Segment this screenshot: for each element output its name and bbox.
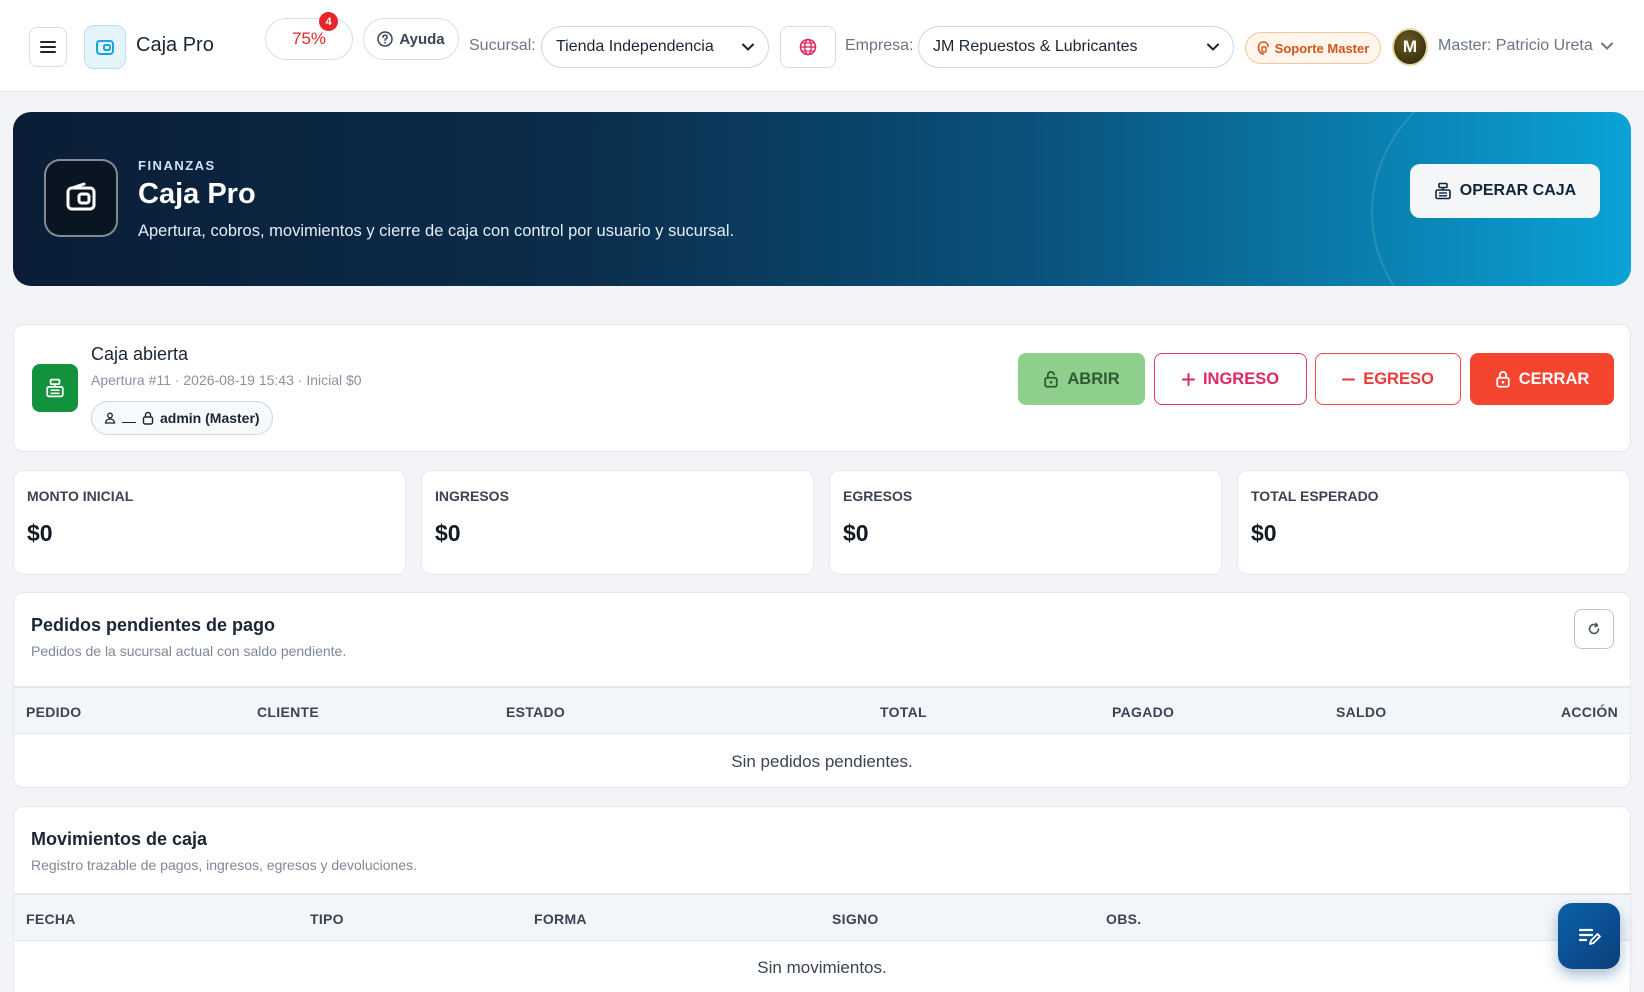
help-button[interactable]: Ayuda (363, 18, 459, 60)
stat-income: INGRESOS $0 (421, 470, 814, 575)
operate-cash-button[interactable]: OPERAR CAJA (1410, 164, 1600, 218)
minus-icon (1342, 378, 1356, 380)
avatar[interactable]: M (1392, 28, 1428, 66)
stat-value: $0 (435, 520, 461, 546)
user-menu[interactable]: Master: Patricio Ureta (1438, 37, 1613, 55)
support-icon (1257, 41, 1269, 55)
stat-expenses: EGRESOS $0 (829, 470, 1222, 575)
stat-expected-total: TOTAL ESPERADO $0 (1237, 470, 1630, 575)
language-button[interactable] (780, 26, 836, 68)
progress-pill[interactable]: 75% 4 (265, 12, 353, 60)
cash-status-title: Caja abierta (91, 344, 189, 364)
cash-user-name: admin (Master) (160, 410, 260, 426)
app-logo[interactable] (84, 25, 126, 69)
page-subtitle: Apertura, cobros, movimientos y cierre d… (138, 222, 735, 240)
wallet-icon (66, 182, 96, 211)
cash-movements-subtitle: Registro trazable de pagos, ingresos, eg… (31, 857, 417, 873)
notes-fab-button[interactable] (1558, 903, 1620, 969)
expense-label: EGRESO (1363, 369, 1434, 388)
cash-movements-header: FECHA TIPO FORMA SIGNO OBS. (14, 893, 1630, 941)
chevron-down-icon (1207, 43, 1219, 51)
support-label: Soporte Master (1274, 40, 1370, 56)
income-button[interactable]: INGRESO (1154, 353, 1307, 405)
lock-icon (1044, 371, 1059, 388)
notification-badge: 4 (319, 12, 338, 31)
close-cash-label: CERRAR (1518, 369, 1590, 388)
pending-orders-empty: Sin pedidos pendientes. (731, 752, 913, 771)
refresh-icon (1588, 622, 1600, 635)
operate-cash-label: OPERAR CAJA (1459, 182, 1577, 199)
menu-button[interactable] (29, 27, 67, 67)
cash-movements-title: Movimientos de caja (31, 829, 208, 849)
chevron-down-icon (1600, 42, 1613, 50)
pending-orders-panel: Pedidos pendientes de pago Pedidos de la… (13, 592, 1631, 788)
stat-value: $0 (843, 520, 869, 546)
income-label: INGRESO (1202, 369, 1280, 388)
stat-label: MONTO INICIAL (27, 488, 134, 504)
page-title: Caja Pro (138, 178, 256, 210)
progress-value: 75% (291, 29, 327, 48)
column-header[interactable]: OBS. (1106, 911, 1141, 927)
cash-status-icon-box (32, 364, 78, 412)
user-name: Master: Patricio Ureta (1438, 37, 1593, 54)
column-header[interactable]: FECHA (26, 911, 76, 927)
top-bar: Caja Pro 75% 4 Ayuda Sucursal: Tienda In… (0, 0, 1644, 92)
expense-button[interactable]: EGRESO (1315, 353, 1461, 405)
stat-label: INGRESOS (435, 488, 509, 504)
user-separator (122, 413, 136, 423)
refresh-button[interactable] (1574, 609, 1614, 649)
column-header[interactable]: ESTADO (506, 704, 565, 720)
pending-orders-subtitle: Pedidos de la sucursal actual con saldo … (31, 643, 347, 659)
wallet-icon (96, 40, 114, 55)
cash-movements-panel: Movimientos de caja Registro trazable de… (13, 806, 1631, 992)
menu-icon (40, 41, 56, 53)
globe-icon (799, 38, 817, 56)
cash-movements-empty: Sin movimientos. (757, 958, 887, 977)
support-master-badge[interactable]: Soporte Master (1245, 32, 1381, 64)
column-header[interactable]: SALDO (1336, 704, 1387, 720)
stat-label: TOTAL ESPERADO (1251, 488, 1379, 504)
plus-icon (1181, 372, 1195, 386)
cash-user-badge: admin (Master) (91, 401, 273, 435)
pending-orders-title: Pedidos pendientes de pago (31, 615, 276, 635)
hero-banner: FINANZAS Caja Pro Apertura, cobros, movi… (13, 112, 1631, 286)
column-header[interactable]: PEDIDO (26, 704, 81, 720)
lock-icon (142, 411, 154, 425)
hero-icon-box (44, 159, 118, 237)
stat-value: $0 (27, 520, 53, 546)
open-cash-button[interactable]: ABRIR (1018, 353, 1145, 405)
help-icon (377, 31, 394, 47)
stat-label: EGRESOS (843, 488, 913, 504)
close-cash-button[interactable]: CERRAR (1470, 353, 1614, 405)
column-header[interactable]: CLIENTE (257, 704, 319, 720)
company-select[interactable]: JM Repuestos & Lubricantes (918, 26, 1234, 68)
stat-value: $0 (1251, 520, 1277, 546)
app-title: Caja Pro (136, 34, 214, 56)
branch-select[interactable]: Tienda Independencia (541, 26, 769, 68)
help-label: Ayuda (399, 30, 445, 48)
chevron-down-icon (742, 43, 754, 51)
user-icon (104, 412, 116, 424)
cash-register-icon (1434, 182, 1451, 200)
pending-orders-header: PEDIDO CLIENTE ESTADO TOTAL PAGADO SALDO… (14, 686, 1630, 734)
lock-icon (1496, 371, 1510, 388)
branch-label: Sucursal: (469, 37, 536, 54)
cash-opening-meta: Apertura #11 · 2026-08-19 15:43 · Inicia… (91, 372, 362, 388)
column-header[interactable]: PAGADO (1112, 704, 1174, 720)
branch-value: Tienda Independencia (556, 38, 714, 55)
column-header[interactable]: TOTAL (880, 704, 927, 720)
open-cash-label: ABRIR (1067, 369, 1120, 388)
company-label: Empresa: (845, 37, 914, 54)
column-header[interactable]: ACCIÓN (1561, 704, 1618, 720)
column-header[interactable]: SIGNO (832, 911, 879, 927)
cash-register-icon (46, 378, 64, 398)
column-header[interactable]: FORMA (534, 911, 587, 927)
cash-status-card: Caja abierta Apertura #11 · 2026-08-19 1… (13, 324, 1631, 452)
column-header[interactable]: TIPO (310, 911, 344, 927)
company-value: JM Repuestos & Lubricantes (933, 38, 1138, 55)
stat-initial-amount: MONTO INICIAL $0 (13, 470, 406, 575)
hero-kicker: FINANZAS (138, 158, 216, 173)
notes-icon (1578, 928, 1601, 945)
